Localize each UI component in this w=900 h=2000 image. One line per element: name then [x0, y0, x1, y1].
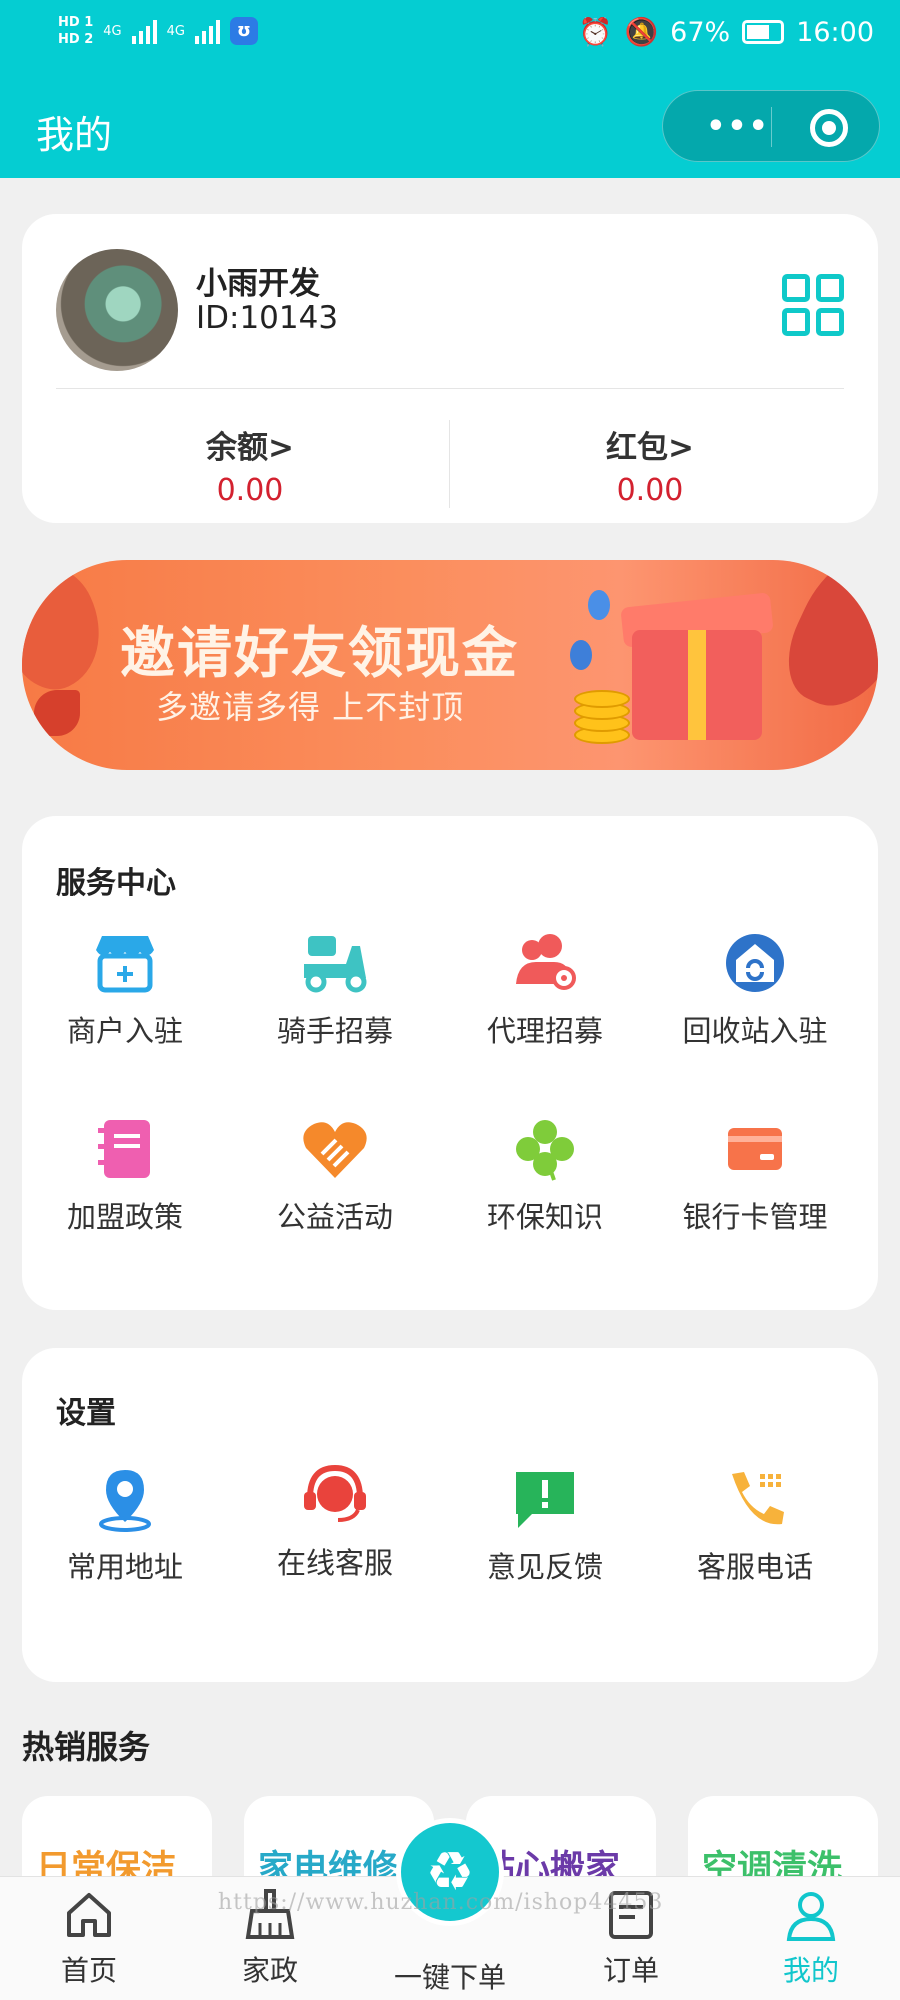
service-item-label: 银行卡管理: [682, 1200, 828, 1234]
close-miniprogram-button[interactable]: [810, 109, 848, 147]
profile-card: 小雨开发 ID:10143 余额> 0.00 红包> 0.00: [22, 214, 878, 523]
settings-item-feedback[interactable]: 意见反馈: [440, 1464, 650, 1586]
service-item-label: 代理招募: [486, 1014, 603, 1048]
more-menu-button[interactable]: •••: [693, 112, 783, 142]
clover-icon: [510, 1114, 580, 1184]
balance-value: 0.00: [216, 473, 284, 508]
tab-home[interactable]: 首页: [34, 1889, 144, 1989]
leaf-decoration: [770, 560, 878, 724]
balance-label: 余额>: [206, 430, 294, 466]
status-bar: HD 1 HD 2 4G 4G ʊ ⏰ 🔕 67% 16:00: [0, 14, 900, 64]
scooter-icon: [300, 928, 370, 998]
battery-icon: [742, 20, 785, 44]
user-icon: [785, 1889, 837, 1941]
redpacket-value: 0.00: [616, 473, 684, 508]
service-item-rider[interactable]: 骑手招募: [230, 928, 440, 1050]
invite-banner[interactable]: 邀请好友领现金 多邀请多得 上不封顶: [22, 560, 878, 770]
settings-item-phone[interactable]: 客服电话: [650, 1464, 860, 1586]
tab-label: 家政: [241, 1954, 298, 1987]
mute-icon: 🔕: [624, 17, 659, 48]
quick-order-label: 一键下单: [393, 1961, 506, 1994]
user-name: 小雨开发: [196, 266, 320, 302]
alarm-icon: ⏰: [578, 17, 613, 48]
network-label-1: 4G: [103, 23, 122, 39]
settings-item-address[interactable]: 常用地址: [20, 1464, 230, 1586]
phone-icon: [720, 1464, 790, 1534]
service-item-label: 商户入驻: [66, 1014, 183, 1048]
tab-mine[interactable]: 我的: [756, 1889, 866, 1989]
avatar[interactable]: [56, 249, 178, 371]
redpacket-label: 红包>: [606, 430, 694, 466]
service-item-label: 回收站入驻: [682, 1014, 828, 1048]
leaf-decoration: [34, 690, 80, 736]
service-item-merchant[interactable]: 商户入驻: [20, 928, 230, 1050]
tab-label: 首页: [60, 1954, 117, 1987]
tab-label: 我的: [782, 1954, 839, 1987]
settings-item-label: 常用地址: [66, 1550, 183, 1584]
home-icon: [63, 1889, 115, 1941]
miniprogram-capsule: •••: [662, 90, 880, 162]
signal-icon-2: [194, 18, 220, 44]
gift-box-icon: [632, 630, 762, 740]
sim-indicator: HD 1 HD 2: [58, 15, 94, 47]
shop-icon: [90, 928, 160, 998]
banner-title: 邀请好友领现金: [120, 621, 520, 685]
service-item-recycle-station[interactable]: 回收站入驻: [650, 928, 860, 1050]
recycle-station-icon: [720, 928, 790, 998]
balloon-icon: [570, 640, 592, 670]
feedback-icon: [510, 1464, 580, 1534]
charity-heart-icon: [300, 1114, 370, 1184]
service-item-eco-knowledge[interactable]: 环保知识: [440, 1114, 650, 1236]
service-item-franchise[interactable]: 加盟政策: [20, 1114, 230, 1236]
coins-icon: [574, 690, 638, 746]
settings-item-online-service[interactable]: 在线客服: [230, 1460, 440, 1582]
balance-stat[interactable]: 余额> 0.00: [50, 422, 450, 508]
settings-title: 设置: [56, 1396, 116, 1431]
leaf-decoration: [22, 560, 121, 703]
top-header: HD 1 HD 2 4G 4G ʊ ⏰ 🔕 67% 16:00 我的 •••: [0, 0, 900, 178]
service-item-label: 加盟政策: [66, 1200, 183, 1234]
service-item-label: 公益活动: [276, 1200, 393, 1234]
headset-icon: [300, 1460, 370, 1530]
settings-item-label: 意见反馈: [486, 1550, 603, 1584]
page-title: 我的: [36, 113, 113, 157]
settings-item-label: 在线客服: [276, 1546, 393, 1580]
capsule-divider: [771, 107, 772, 147]
service-item-label: 环保知识: [486, 1200, 603, 1234]
service-center-panel: 服务中心 商户入驻 骑手招募 代理招募 回收站入驻 加盟政策 公益活动 环保知识…: [22, 816, 878, 1310]
notebook-icon: [90, 1114, 160, 1184]
location-pin-icon: [90, 1464, 160, 1534]
service-item-charity[interactable]: 公益活动: [230, 1114, 440, 1236]
signal-icon: [131, 18, 157, 44]
divider: [56, 388, 844, 389]
network-label-2: 4G: [166, 23, 185, 39]
tab-label: 订单: [602, 1954, 659, 1987]
settings-item-label: 客服电话: [696, 1550, 813, 1584]
clock: 16:00: [796, 16, 874, 48]
security-app-icon: ʊ: [229, 17, 258, 45]
service-item-label: 骑手招募: [276, 1014, 393, 1048]
watermark: https://www.huzhan.com/ishop44453: [218, 1890, 664, 1915]
bank-card-icon: [720, 1114, 790, 1184]
service-center-title: 服务中心: [56, 866, 176, 901]
redpacket-stat[interactable]: 红包> 0.00: [450, 422, 850, 508]
settings-panel: 设置 常用地址 在线客服 意见反馈 客服电话: [22, 1348, 878, 1682]
service-item-bank-card[interactable]: 银行卡管理: [650, 1114, 860, 1236]
battery-percent: 67%: [670, 16, 731, 48]
agent-icon: [510, 928, 580, 998]
user-id: ID:10143: [196, 300, 339, 336]
service-item-agent[interactable]: 代理招募: [440, 928, 650, 1050]
banner-subtitle: 多邀请多得 上不封顶: [156, 688, 465, 726]
hot-services-title: 热销服务: [22, 1728, 151, 1766]
balloon-icon: [588, 590, 610, 620]
qr-code-icon[interactable]: [782, 274, 844, 336]
